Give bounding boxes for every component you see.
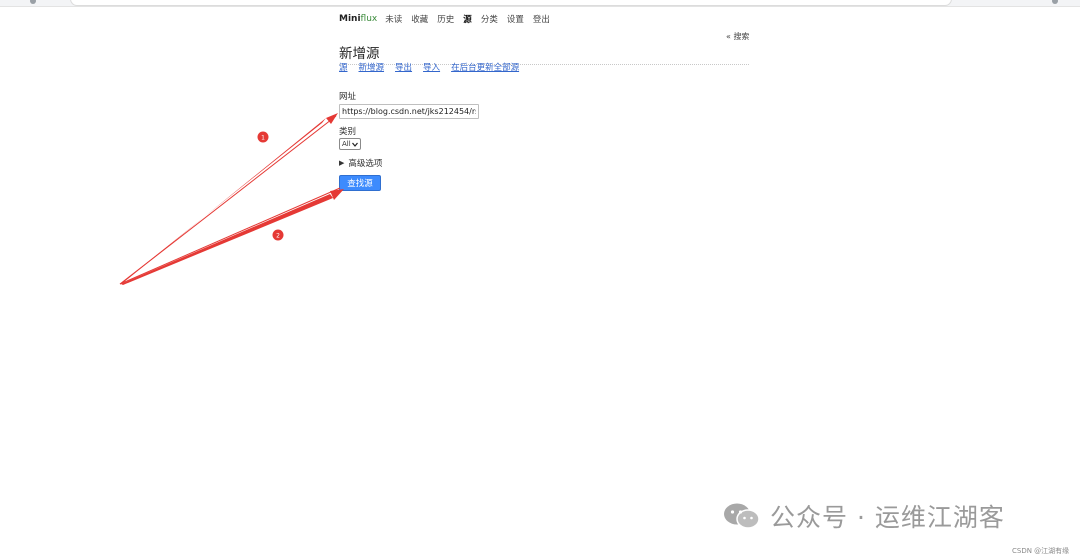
watermark-text: 公众号 · 运维江湖客: [770, 503, 1005, 532]
watermark: 公众号 · 运维江湖客: [722, 498, 1005, 534]
wechat-icon: [724, 503, 760, 529]
badge-1-label: 1: [261, 135, 265, 142]
arrow-2-thin-edge: [119, 187, 341, 285]
csdn-credit: CSDN @江湖有缘: [1012, 547, 1070, 555]
annotation-layer: 1 2: [119, 113, 344, 285]
arrow-1: [120, 118, 326, 284]
badge-2-label: 2: [276, 233, 280, 240]
arrow-2: [121, 194, 333, 285]
